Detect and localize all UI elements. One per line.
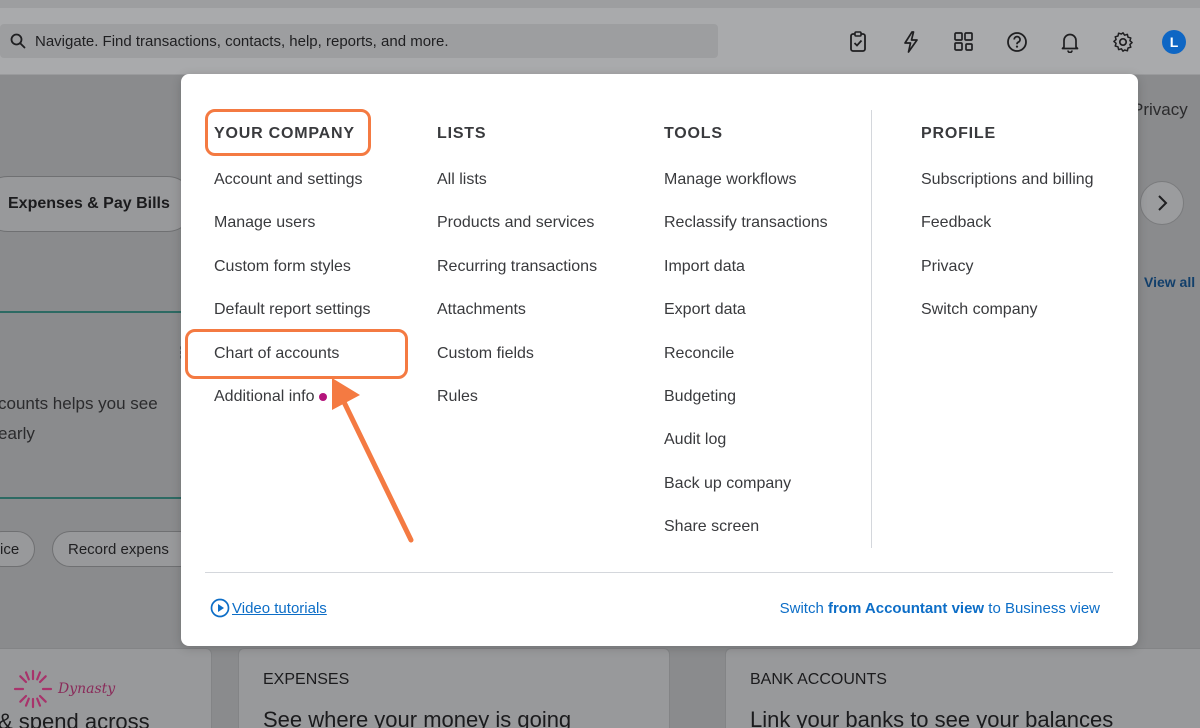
record-expense-chip: Record expens (52, 531, 187, 567)
column-divider (871, 110, 872, 548)
menu-item-reclassify-transactions[interactable]: Reclassify transactions (664, 213, 828, 256)
chart-of-accounts-highlight (185, 329, 408, 379)
tools-heading: TOOLS (664, 125, 723, 142)
switch-view-suffix: to Business view (984, 600, 1100, 617)
background-privacy-link: Privacy (1132, 100, 1188, 119)
dynasty-logo: Dynasty (12, 668, 115, 710)
record-expense-label: Record expens (68, 540, 169, 558)
background-chip: ice (0, 531, 36, 567)
search-placeholder: Navigate. Find transactions, contacts, h… (35, 32, 449, 50)
dynasty-logo-text: Dynasty (58, 681, 116, 697)
menu-item-budgeting[interactable]: Budgeting (664, 387, 828, 430)
menu-item-custom-fields[interactable]: Custom fields (437, 344, 597, 387)
bank-accounts-card: BANK ACCOUNTS Link your banks to see you… (725, 648, 1200, 728)
background-divider (0, 497, 190, 499)
menu-item-import-data[interactable]: Import data (664, 257, 828, 300)
menu-item-share-screen[interactable]: Share screen (664, 517, 828, 560)
menu-item-all-lists[interactable]: All lists (437, 170, 597, 213)
footer-divider (205, 572, 1113, 573)
avatar[interactable]: L (1162, 30, 1186, 54)
background-chip-label: ice (0, 540, 20, 558)
background-divider (0, 311, 190, 313)
switch-view-prefix: Switch (779, 600, 828, 617)
menu-item-audit-log[interactable]: Audit log (664, 430, 828, 473)
menu-item-attachments[interactable]: Attachments (437, 300, 597, 343)
video-tutorials-label: Video tutorials (232, 599, 327, 617)
video-tutorials-link[interactable]: Video tutorials (210, 598, 327, 618)
menu-item-manage-users[interactable]: Manage users (214, 213, 371, 256)
expenses-card-title: EXPENSES (263, 671, 350, 688)
menu-item-back-up-company[interactable]: Back up company (664, 474, 828, 517)
notification-dot (318, 392, 327, 401)
gear-icon[interactable] (1109, 28, 1137, 56)
clipboard-check-icon[interactable] (844, 28, 872, 56)
search-icon (10, 33, 26, 49)
your-company-column: YOUR COMPANY Account and settings Manage… (214, 125, 371, 430)
background-description-line1: counts helps you see (0, 394, 158, 413)
menu-item-rules[interactable]: Rules (437, 387, 597, 430)
menu-item-reconcile[interactable]: Reconcile (664, 344, 828, 387)
top-icons-group: L (844, 28, 1200, 56)
top-strip (0, 0, 1200, 8)
menu-item-additional-info[interactable]: Additional info (214, 387, 371, 430)
top-navigation-bar: Navigate. Find transactions, contacts, h… (0, 0, 1200, 75)
menu-item-recurring-transactions[interactable]: Recurring transactions (437, 257, 597, 300)
bell-icon[interactable] (1056, 28, 1084, 56)
background-bottom-text: & spend across (0, 709, 150, 728)
profile-heading: PROFILE (921, 125, 996, 142)
menu-item-subscriptions-and-billing[interactable]: Subscriptions and billing (921, 170, 1094, 213)
menu-item-switch-company[interactable]: Switch company (921, 300, 1094, 343)
background-description-line2: early (0, 424, 35, 443)
apps-icon[interactable] (950, 28, 978, 56)
sunburst-logo-icon (13, 669, 53, 709)
lightning-icon[interactable] (897, 28, 925, 56)
expenses-pay-bills-tab: Expenses & Pay Bills (0, 176, 195, 232)
menu-item-privacy[interactable]: Privacy (921, 257, 1094, 300)
menu-item-account-and-settings[interactable]: Account and settings (214, 170, 371, 213)
menu-item-export-data[interactable]: Export data (664, 300, 828, 343)
menu-item-manage-workflows[interactable]: Manage workflows (664, 170, 828, 213)
background-description: counts helps you see early (0, 389, 158, 449)
chevron-right-icon (1158, 195, 1168, 211)
search-input[interactable]: Navigate. Find transactions, contacts, h… (0, 24, 718, 58)
tools-column: TOOLS Manage workflows Reclassify transa… (664, 125, 828, 561)
lists-column: LISTS All lists Products and services Re… (437, 125, 597, 430)
your-company-highlight (205, 109, 371, 156)
view-all-link: View all (1144, 274, 1196, 290)
lists-heading: LISTS (437, 125, 487, 142)
profile-column: PROFILE Subscriptions and billing Feedba… (921, 125, 1094, 344)
menu-item-custom-form-styles[interactable]: Custom form styles (214, 257, 371, 300)
menu-item-feedback[interactable]: Feedback (921, 213, 1094, 256)
expenses-pay-bills-label: Expenses & Pay Bills (8, 195, 170, 212)
bank-accounts-card-title: BANK ACCOUNTS (750, 671, 887, 688)
switch-view-from: from Accountant view (827, 600, 985, 617)
expenses-card: EXPENSES See where your money is going (238, 648, 670, 728)
carousel-next-button (1140, 181, 1184, 225)
bank-accounts-card-body: Link your banks to see your balances (750, 707, 1114, 728)
switch-view-link[interactable]: Switch from Accountant view to Business … (780, 600, 1100, 617)
menu-item-products-and-services[interactable]: Products and services (437, 213, 597, 256)
help-icon[interactable] (1003, 28, 1031, 56)
expenses-card-body: See where your money is going (263, 707, 572, 728)
additional-info-label: Additional info (214, 387, 315, 405)
play-circle-icon (210, 598, 230, 618)
